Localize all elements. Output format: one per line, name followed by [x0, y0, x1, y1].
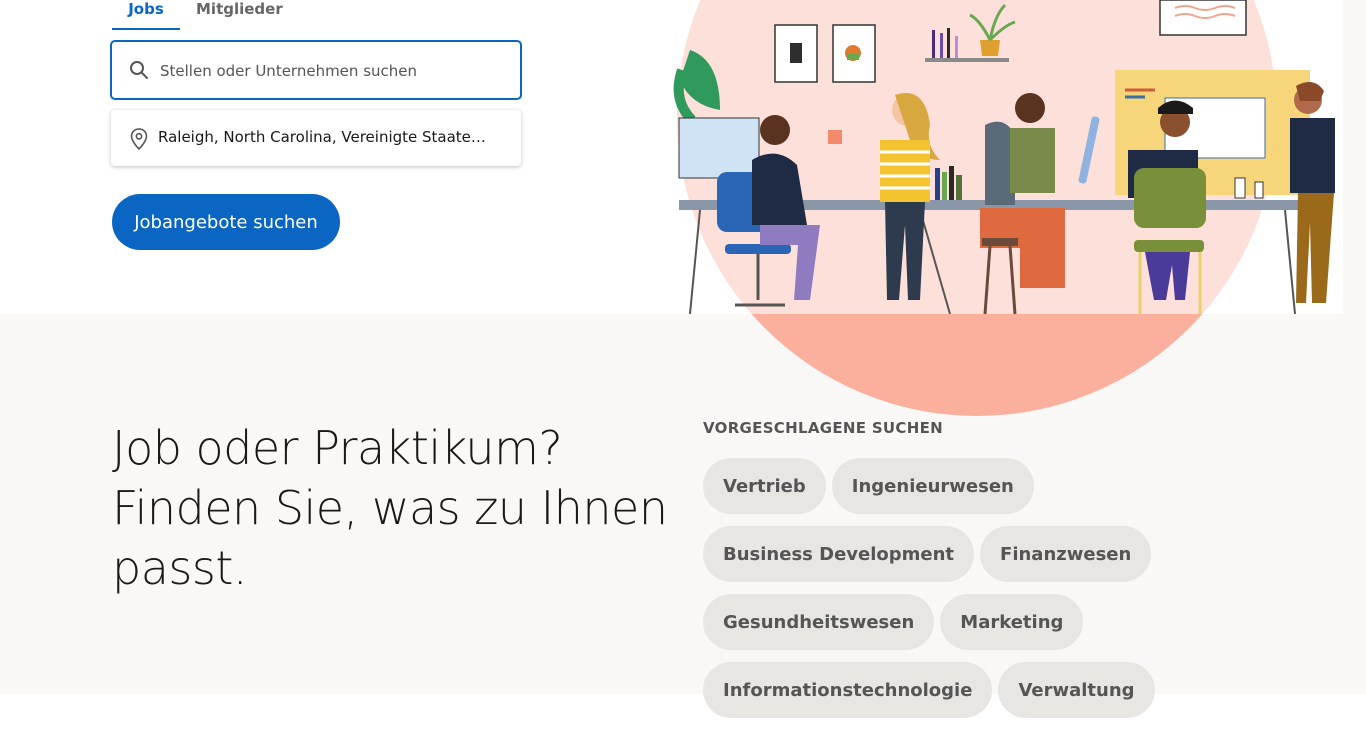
suggestion-pill[interactable]: Ingenieurwesen [831, 458, 1034, 514]
suggestion-pill[interactable]: Business Development [703, 526, 975, 582]
pill-row: Informationstechnologie Verwaltung [703, 662, 1343, 718]
hero-line-2: Finden Sie, was zu Ihnen [112, 481, 668, 535]
hero-line-1: Job oder Praktikum? [112, 421, 563, 475]
tab-jobs[interactable]: Jobs [112, 0, 180, 30]
suggested-searches-list: Vertrieb Ingenieurwesen Business Develop… [703, 458, 1343, 730]
suggestion-pill[interactable]: Finanzwesen [980, 526, 1152, 582]
search-field [111, 41, 521, 100]
right-gutter [1343, 0, 1366, 314]
location-pin-icon [129, 127, 149, 151]
tab-members[interactable]: Mitglieder [196, 0, 283, 30]
suggestion-pill[interactable]: Informationstechnologie [703, 662, 993, 718]
pill-row: Vertrieb Ingenieurwesen [703, 458, 1343, 514]
pill-row: Business Development Finanzwesen [703, 526, 1343, 582]
search-jobs-button[interactable]: Jobangebote suchen [112, 194, 340, 250]
pill-row: Gesundheitswesen Marketing [703, 594, 1343, 650]
search-type-tabs: Jobs Mitglieder [112, 0, 283, 30]
suggestion-pill[interactable]: Verwaltung [998, 662, 1155, 718]
hero-line-3: passt. [112, 541, 247, 595]
hero-heading: Job oder Praktikum? Finden Sie, was zu I… [112, 418, 672, 598]
suggestion-pill[interactable]: Marketing [940, 594, 1084, 650]
keyword-search-input[interactable] [158, 42, 512, 100]
suggested-searches-heading: VORGESCHLAGENE SUCHEN [703, 419, 943, 437]
search-icon [128, 59, 150, 81]
location-field[interactable]: Raleigh, North Carolina, Vereinigte Staa… [111, 110, 521, 166]
suggestion-pill[interactable]: Gesundheitswesen [703, 594, 935, 650]
suggestion-pill[interactable]: Vertrieb [703, 458, 826, 514]
location-input-value[interactable]: Raleigh, North Carolina, Vereinigte Staa… [158, 128, 493, 146]
